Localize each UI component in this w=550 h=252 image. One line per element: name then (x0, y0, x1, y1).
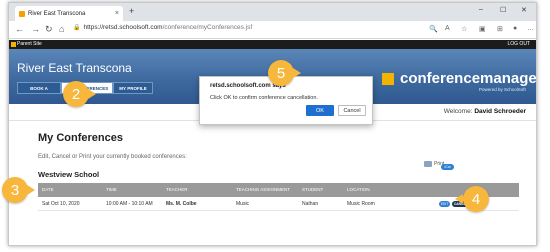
brand-subtitle: Powered by SchoolSoft (479, 87, 526, 92)
more-menu-icon[interactable]: … (527, 25, 534, 32)
screenshot-frame: River East Transcona × + – ☐ ✕ ← → ↻ ⌂ 🔒… (0, 0, 550, 252)
edit-button[interactable]: EDIT (439, 201, 450, 207)
step-pointer-3 (27, 185, 35, 195)
intro-text: Edit, Cancel or Print your currently boo… (38, 154, 187, 160)
browser-window: River East Transcona × + – ☐ ✕ ← → ↻ ⌂ 🔒… (8, 2, 537, 246)
ical-button[interactable]: iCal (441, 164, 454, 170)
logout-link[interactable]: LOG OUT (507, 41, 530, 47)
step-marker-5: 5 (268, 60, 294, 86)
address-bar: ← → ↻ ⌂ 🔒 https://retsd.schoolsoft.com/co… (9, 21, 536, 39)
table-row: Sat Oct 10, 2020 10:00 AM - 10:10 AM Ms.… (38, 197, 519, 211)
parent-site-label: Parent Site (17, 41, 42, 47)
dialog-message: Click OK to confirm conference cancellat… (210, 95, 318, 101)
cell-location: Music Room (347, 201, 375, 207)
url-host: https://retsd.schoolsoft.com (83, 24, 163, 31)
url-field[interactable]: 🔒 https://retsd.schoolsoft.com/conference… (73, 24, 252, 31)
tab-close-icon[interactable]: × (115, 10, 119, 17)
new-tab-icon[interactable]: + (129, 6, 134, 16)
step-marker-3: 3 (2, 177, 28, 203)
forward-icon[interactable]: → (31, 24, 40, 34)
school-section-heading: Westview School (38, 170, 100, 179)
collections-icon[interactable]: ▣ (479, 25, 486, 33)
profile-avatar-icon[interactable]: ● (513, 25, 517, 32)
welcome-message: Welcome: David Schroeder (444, 108, 526, 115)
step-marker-4: 4 (463, 186, 489, 212)
tab-title: River East Transcona (28, 10, 86, 17)
table-header: DATE TIME TEACHER TEACHING ASSIGNMENT ST… (38, 183, 519, 197)
close-window-icon[interactable]: ✕ (521, 6, 527, 14)
printer-icon (424, 161, 432, 167)
step-marker-2: 2 (63, 81, 89, 107)
home-icon[interactable]: ⌂ (59, 24, 64, 34)
cell-date: Sat Oct 10, 2020 (42, 201, 80, 207)
site-favicon-icon (19, 10, 25, 17)
column-header-assignment: TEACHING ASSIGNMENT (236, 187, 291, 192)
site-top-bar: Parent Site LOG OUT (9, 40, 536, 49)
column-header-teacher: TEACHER (166, 187, 188, 192)
column-header-student: STUDENT (302, 187, 324, 192)
step-pointer-4 (455, 194, 463, 204)
url-path: /conference/myConferences.jsf (162, 24, 253, 31)
welcome-prefix: Welcome: (443, 108, 473, 115)
favorite-star-icon[interactable]: ☆ (461, 25, 467, 33)
brand-name: conferencemanager (400, 70, 537, 87)
schoolsoft-logo-icon (11, 42, 16, 47)
step-pointer-2 (88, 89, 96, 99)
step-pointer-5 (293, 68, 301, 78)
column-header-date: DATE (42, 187, 54, 192)
conference-manager-logo-icon (382, 73, 394, 85)
cell-teacher: Ms. M. Colbe (166, 201, 197, 207)
lock-icon: 🔒 (73, 25, 81, 31)
dialog-cancel-button[interactable]: Cancel (338, 105, 366, 116)
refresh-icon[interactable]: ↻ (45, 24, 53, 35)
column-header-location: LOCATION (347, 187, 370, 192)
browser-tab[interactable]: River East Transcona × (15, 6, 123, 21)
zoom-icon[interactable]: 🔍 (429, 25, 438, 33)
page-title: My Conferences (38, 132, 123, 144)
cell-assignment: Music (236, 201, 250, 207)
cell-time: 10:00 AM - 10:10 AM (106, 201, 153, 207)
school-name: River East Transcona (17, 61, 132, 75)
cell-student: Nathan (302, 201, 319, 207)
minimize-icon[interactable]: – (479, 6, 483, 13)
back-icon[interactable]: ← (15, 24, 24, 34)
read-aloud-icon[interactable]: A (445, 25, 450, 32)
tab-bar: River East Transcona × + – ☐ ✕ (9, 3, 536, 21)
extensions-icon[interactable]: ⊞ (497, 25, 503, 33)
tab-book-a-conference[interactable]: BOOK A (17, 82, 61, 94)
dialog-ok-button[interactable]: OK (306, 105, 334, 116)
maximize-icon[interactable]: ☐ (500, 6, 506, 14)
user-name: David Schroeder (474, 108, 526, 115)
tab-my-profile[interactable]: MY PROFILE (113, 82, 153, 94)
column-header-time: TIME (106, 187, 117, 192)
